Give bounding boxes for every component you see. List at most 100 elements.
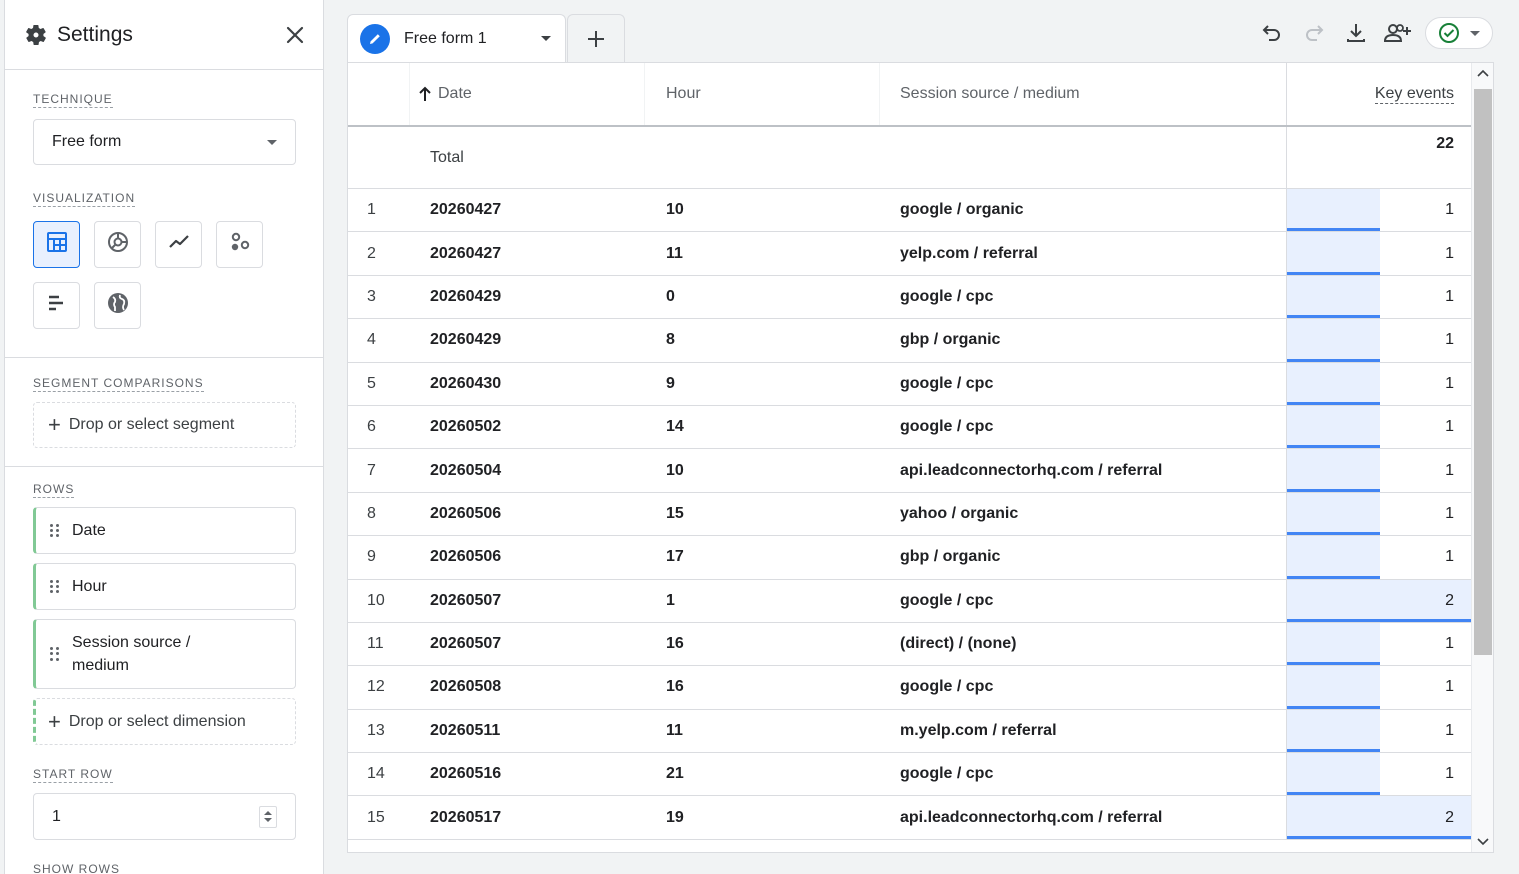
row-chip-hour[interactable]: Hour bbox=[33, 563, 296, 610]
header-date[interactable]: Date bbox=[410, 63, 645, 125]
tab-free-form-1[interactable]: Free form 1 bbox=[347, 14, 566, 62]
row-chip-date[interactable]: Date bbox=[33, 507, 296, 554]
gear-icon bbox=[23, 22, 49, 48]
table-row[interactable]: 11 20260507 16 (direct) / (none) 1 bbox=[348, 622, 1472, 667]
key-events-value: 1 bbox=[1445, 548, 1454, 566]
line-viz-button[interactable] bbox=[155, 221, 202, 268]
row-chip-session-source[interactable]: Session source / medium bbox=[33, 619, 296, 689]
table-row[interactable]: 1 20260427 10 google / organic 1 bbox=[348, 189, 1472, 233]
key-events-bar bbox=[1287, 666, 1380, 709]
settings-panel: Settings TECHNIQUE Free form VISUALIZATI… bbox=[4, 0, 324, 874]
row-index: 5 bbox=[367, 374, 376, 392]
row-index: 14 bbox=[367, 765, 385, 783]
status-button[interactable] bbox=[1425, 17, 1493, 49]
total-index bbox=[348, 127, 410, 188]
key-events-value: 1 bbox=[1445, 287, 1454, 305]
table-row[interactable]: 8 20260506 15 yahoo / organic 1 bbox=[348, 492, 1472, 537]
cell-date: 20260429 bbox=[430, 331, 502, 349]
scroll-thumb[interactable] bbox=[1474, 89, 1492, 655]
table-row[interactable]: 5 20260430 9 google / cpc 1 bbox=[348, 362, 1472, 406]
key-events-bar bbox=[1287, 492, 1380, 536]
table-row[interactable]: 12 20260508 16 google / cpc 1 bbox=[348, 666, 1472, 710]
donut-viz-button[interactable] bbox=[94, 221, 141, 268]
table-row[interactable]: 14 20260516 21 google / cpc 1 bbox=[348, 753, 1472, 797]
tab-bar: Free form 1 bbox=[347, 14, 625, 62]
scroll-up-icon[interactable] bbox=[1477, 67, 1489, 79]
key-events-bar bbox=[1287, 709, 1380, 753]
download-icon[interactable] bbox=[1341, 18, 1371, 48]
segment-drop-label: Drop or select segment bbox=[68, 416, 235, 433]
segment-drop-zone[interactable]: + Drop or select segment bbox=[33, 402, 296, 448]
key-events-bar bbox=[1287, 319, 1380, 362]
redo-icon[interactable] bbox=[1299, 18, 1329, 48]
row-index: 6 bbox=[367, 418, 376, 436]
row-index: 12 bbox=[367, 678, 385, 696]
row-index: 3 bbox=[367, 287, 376, 305]
key-events-value: 1 bbox=[1445, 201, 1454, 219]
start-row-input[interactable]: 1 bbox=[33, 793, 296, 840]
start-row-value: 1 bbox=[52, 807, 61, 825]
technique-dropdown[interactable]: Free form bbox=[33, 119, 296, 165]
cell-key-events: 2 bbox=[1286, 579, 1472, 622]
row-index: 15 bbox=[367, 808, 385, 826]
scroll-down-icon[interactable] bbox=[1477, 836, 1489, 848]
row-index: 4 bbox=[367, 331, 376, 349]
scatter-viz-button[interactable] bbox=[216, 221, 263, 268]
cell-key-events: 1 bbox=[1286, 449, 1472, 492]
cell-key-events: 1 bbox=[1286, 666, 1472, 709]
key-events-bar bbox=[1287, 753, 1380, 796]
undo-icon[interactable] bbox=[1257, 18, 1287, 48]
cell-session-source: gbp / organic bbox=[900, 548, 1001, 566]
table-row[interactable]: 13 20260511 11 m.yelp.com / referral 1 bbox=[348, 709, 1472, 754]
geo-viz-button[interactable] bbox=[94, 282, 141, 329]
table-row[interactable]: 3 20260429 0 google / cpc 1 bbox=[348, 275, 1472, 320]
table-row[interactable]: 2 20260427 11 yelp.com / referral 1 bbox=[348, 232, 1472, 276]
number-spinner-icon[interactable] bbox=[259, 805, 277, 828]
table-row[interactable]: 15 20260517 19 api.leadconnectorhq.com / re… bbox=[348, 796, 1472, 840]
table-row[interactable]: 9 20260506 17 gbp / organic 1 bbox=[348, 536, 1472, 580]
cell-session-source: google / cpc bbox=[900, 678, 994, 696]
cell-hour: 10 bbox=[666, 461, 684, 479]
header-session-source[interactable]: Session source / medium bbox=[880, 63, 1286, 125]
cell-hour: 8 bbox=[666, 331, 675, 349]
cell-hour: 16 bbox=[666, 635, 684, 653]
table-row[interactable]: 4 20260429 8 gbp / organic 1 bbox=[348, 319, 1472, 363]
dimension-drop-zone[interactable]: + Drop or select dimension bbox=[33, 698, 296, 745]
table-row[interactable]: 6 20260502 14 google / cpc 1 bbox=[348, 405, 1472, 450]
add-tab-button[interactable] bbox=[567, 14, 625, 62]
drag-handle-icon[interactable] bbox=[50, 523, 60, 538]
cell-session-source: (direct) / (none) bbox=[900, 635, 1017, 653]
header-key-events[interactable]: Key events bbox=[1286, 63, 1472, 125]
rows-label: ROWS bbox=[33, 482, 75, 498]
visualization-section: VISUALIZATION bbox=[5, 165, 323, 329]
line-chart-icon bbox=[167, 230, 191, 259]
bar-viz-button[interactable] bbox=[33, 282, 80, 329]
table-row[interactable]: 7 20260504 10 api.leadconnectorhq.com / ref… bbox=[348, 449, 1472, 493]
cell-date: 20260429 bbox=[430, 287, 502, 305]
cell-key-events: 1 bbox=[1286, 492, 1472, 536]
header-source-label: Session source / medium bbox=[900, 85, 1080, 102]
close-icon[interactable] bbox=[283, 23, 307, 47]
cell-hour: 17 bbox=[666, 548, 684, 566]
cell-session-source: yelp.com / referral bbox=[900, 244, 1038, 262]
key-events-value: 1 bbox=[1445, 765, 1454, 783]
cell-session-source: google / cpc bbox=[900, 765, 994, 783]
total-value: 22 bbox=[1286, 127, 1472, 188]
header-hour[interactable]: Hour bbox=[645, 63, 880, 125]
check-circle-icon bbox=[1439, 23, 1459, 43]
share-user-icon[interactable] bbox=[1383, 18, 1413, 48]
key-events-bar bbox=[1287, 275, 1380, 319]
chevron-down-icon[interactable] bbox=[541, 36, 551, 41]
table-viz-button[interactable] bbox=[33, 221, 80, 268]
settings-title: Settings bbox=[57, 22, 133, 46]
drag-handle-icon[interactable] bbox=[50, 579, 60, 594]
cell-date: 20260507 bbox=[430, 635, 502, 653]
cell-session-source: api.leadconnectorhq.com / referral bbox=[900, 808, 1163, 826]
cell-date: 20260504 bbox=[430, 461, 502, 479]
key-events-bar bbox=[1287, 449, 1380, 492]
table-row[interactable]: 10 20260507 1 google / cpc 2 bbox=[348, 579, 1472, 623]
key-events-value: 2 bbox=[1445, 591, 1454, 609]
table-header: Date Hour Session source / medium Key ev… bbox=[348, 63, 1472, 127]
vertical-scrollbar[interactable] bbox=[1471, 63, 1493, 852]
drag-handle-icon[interactable] bbox=[50, 647, 60, 661]
